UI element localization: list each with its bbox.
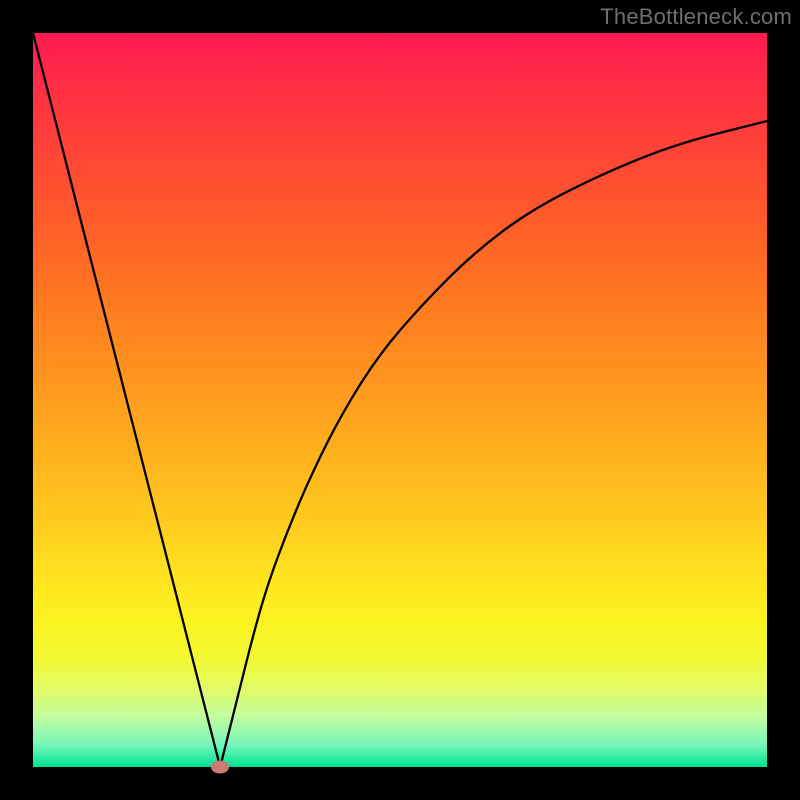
watermark-text: TheBottleneck.com	[600, 4, 792, 30]
plot-area	[33, 33, 767, 767]
chart-frame: TheBottleneck.com	[0, 0, 800, 800]
optimum-marker	[211, 761, 229, 774]
curve-path	[33, 33, 767, 767]
curve-layer	[33, 33, 767, 767]
